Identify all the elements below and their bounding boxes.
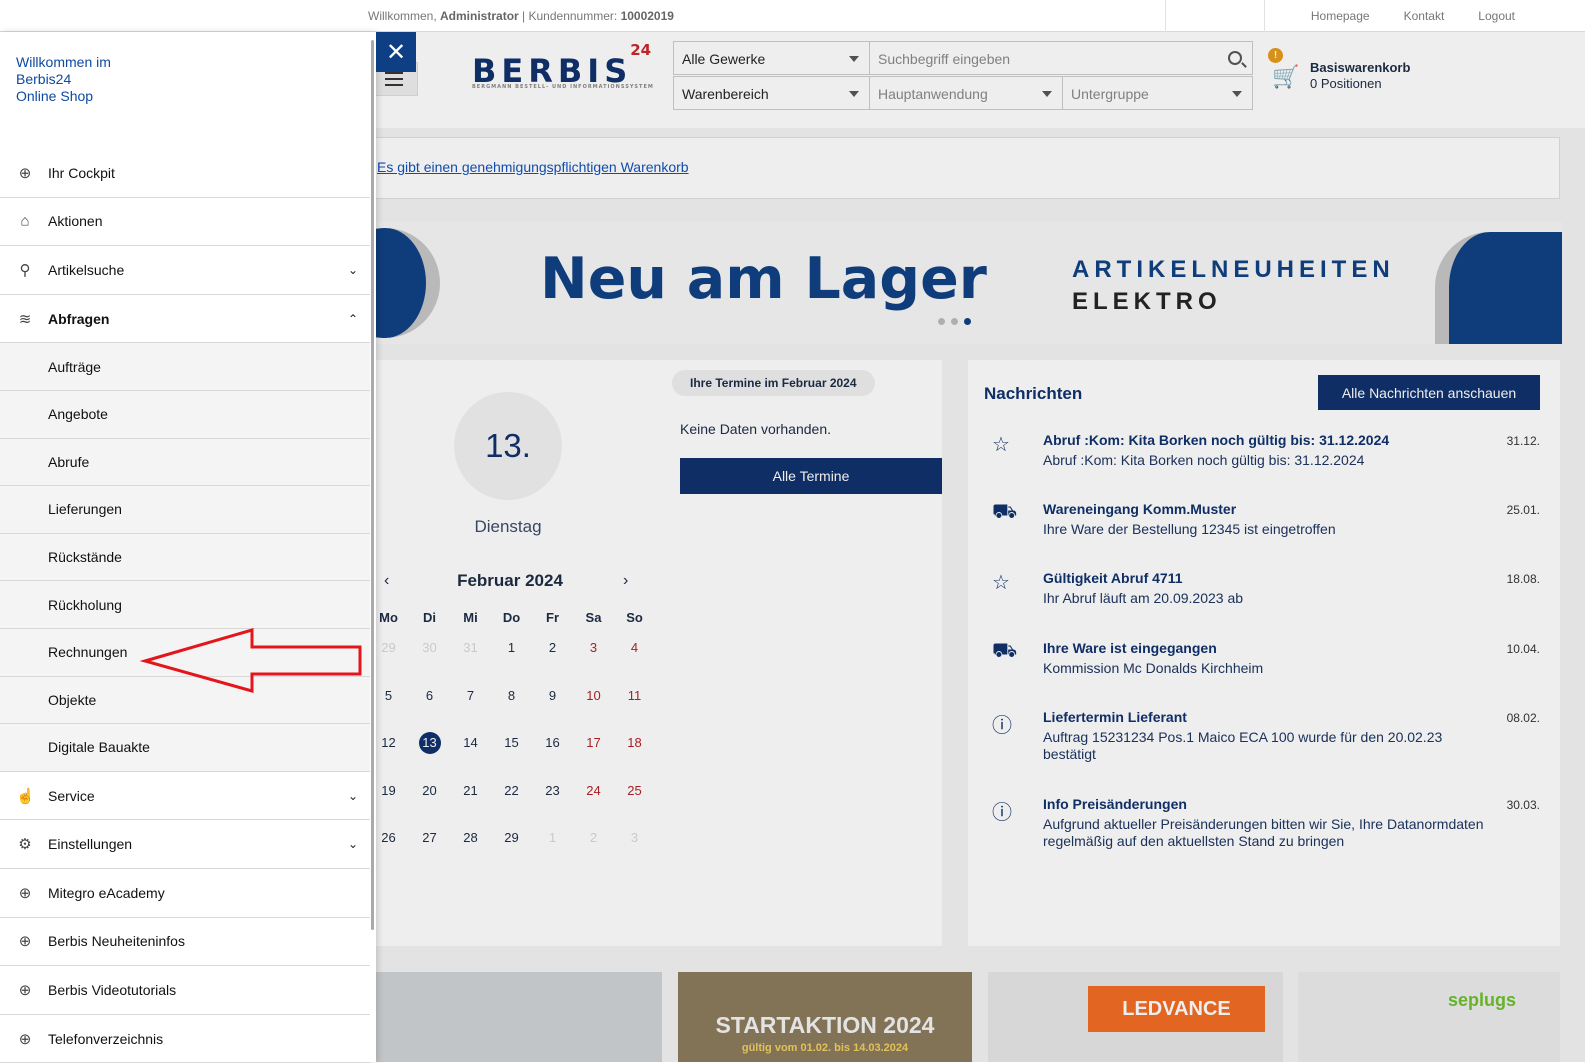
chevron-down-icon[interactable]: ⌄ bbox=[348, 263, 358, 277]
drawer-item-abfragen[interactable]: ≋ Abfragen ⌃ bbox=[0, 295, 370, 344]
logout-link[interactable]: Logout bbox=[1478, 9, 1515, 23]
drawer-item-label: Objekte bbox=[48, 691, 97, 708]
drawer-item-label: Berbis Videotutorials bbox=[48, 981, 177, 998]
drawer-item-rückstände[interactable]: Rückstände bbox=[0, 533, 370, 582]
drawer-item-label: Berbis Neuheiteninfos bbox=[48, 933, 185, 950]
drawer-item-berbis-videotutorials[interactable]: ⊕ Berbis Videotutorials bbox=[0, 966, 370, 1015]
drawer-welcome: Willkommen im Berbis24 Online Shop bbox=[16, 54, 111, 104]
drawer-item-objekte[interactable]: Objekte bbox=[0, 676, 370, 725]
drawer-item-lieferungen[interactable]: Lieferungen bbox=[0, 486, 370, 534]
drawer-item-label: Einstellungen bbox=[48, 836, 133, 853]
drawer-item-label: Mitegro eAcademy bbox=[48, 884, 165, 901]
customer-label: | Kundennummer: bbox=[522, 9, 618, 23]
drawer-item-label: Rückholung bbox=[48, 596, 122, 613]
globe-icon: ⊕ bbox=[18, 164, 32, 182]
chevron-down-icon[interactable]: ⌄ bbox=[348, 789, 358, 803]
drawer-item-label: Ihr Cockpit bbox=[48, 164, 115, 181]
drawer-item-rückholung[interactable]: Rückholung bbox=[0, 581, 370, 629]
globe-icon: ⊕ bbox=[18, 933, 32, 951]
chevron-up-icon[interactable]: ⌃ bbox=[348, 312, 358, 326]
globe-icon: ⊕ bbox=[18, 981, 32, 999]
globe-icon: ⊕ bbox=[18, 884, 32, 902]
globe-icon: ⊕ bbox=[18, 1030, 32, 1048]
drawer-item-ihr-cockpit[interactable]: ⊕ Ihr Cockpit bbox=[0, 149, 370, 198]
search-icon: ⚲ bbox=[19, 261, 31, 279]
drawer-item-telefonverzeichnis[interactable]: ⊕ Telefonverzeichnis bbox=[0, 1015, 370, 1063]
topbar-divider bbox=[1165, 0, 1166, 32]
drawer-scrollbar[interactable] bbox=[371, 40, 374, 930]
customer-number: 10002019 bbox=[620, 9, 674, 23]
drawer-item-label: Aufträge bbox=[48, 358, 101, 375]
drawer-item-abrufe[interactable]: Abrufe bbox=[0, 438, 370, 487]
drawer-item-label: Rückstände bbox=[48, 549, 122, 566]
drawer-item-angebote[interactable]: Angebote bbox=[0, 391, 370, 439]
drawer-item-einstellungen[interactable]: ⚙ Einstellungen ⌄ bbox=[0, 820, 370, 869]
drawer-item-label: Digitale Bauakte bbox=[48, 739, 150, 756]
topbar-links: Homepage Kontakt Logout bbox=[1311, 9, 1515, 23]
tag-icon: ⌂ bbox=[20, 212, 30, 230]
user-name: Administrator bbox=[440, 9, 519, 23]
drawer-item-label: Artikelsuche bbox=[48, 261, 125, 278]
drawer-item-label: Angebote bbox=[48, 406, 108, 423]
gear-icon: ⚙ bbox=[18, 836, 32, 854]
drawer-item-mitegro-eacademy[interactable]: ⊕ Mitegro eAcademy bbox=[0, 869, 370, 918]
drawer-item-aktionen[interactable]: ⌂ Aktionen bbox=[0, 198, 370, 247]
drawer-item-service[interactable]: ☝ Service ⌄ bbox=[0, 772, 370, 821]
welcome-text: Willkommen, Administrator | Kundennummer… bbox=[368, 9, 674, 23]
chevron-down-icon[interactable]: ⌄ bbox=[348, 837, 358, 851]
drawer-item-digitale-bauakte[interactable]: Digitale Bauakte bbox=[0, 724, 370, 772]
drawer-item-label: Abrufe bbox=[48, 453, 90, 470]
drawer-item-label: Service bbox=[48, 787, 95, 804]
drawer-item-artikelsuche[interactable]: ⚲ Artikelsuche ⌄ bbox=[0, 246, 370, 295]
drawer-item-label: Telefonverzeichnis bbox=[48, 1030, 164, 1047]
top-bar: Willkommen, Administrator | Kundennummer… bbox=[0, 0, 1585, 32]
drawer-item-label: Aktionen bbox=[48, 213, 103, 230]
drawer-item-label: Lieferungen bbox=[48, 501, 122, 518]
topbar-divider bbox=[1264, 0, 1265, 32]
close-icon[interactable]: ✕ bbox=[376, 32, 416, 72]
drawer-item-berbis-neuheiteninfos[interactable]: ⊕ Berbis Neuheiteninfos bbox=[0, 918, 370, 967]
drawer-item-label: Rechnungen bbox=[48, 644, 128, 661]
thumbs-up-icon: ☝ bbox=[16, 787, 35, 805]
side-drawer: Willkommen im Berbis24 Online Shop ⊕ Ihr … bbox=[0, 32, 376, 1063]
welcome-prefix: Willkommen, bbox=[368, 9, 437, 23]
layers-icon: ≋ bbox=[18, 310, 32, 328]
contact-link[interactable]: Kontakt bbox=[1404, 9, 1445, 23]
drawer-item-label: Abfragen bbox=[48, 310, 110, 327]
drawer-item-rechnungen[interactable]: Rechnungen bbox=[0, 629, 370, 677]
drawer-item-aufträge[interactable]: Aufträge bbox=[0, 343, 370, 391]
homepage-link[interactable]: Homepage bbox=[1311, 9, 1370, 23]
